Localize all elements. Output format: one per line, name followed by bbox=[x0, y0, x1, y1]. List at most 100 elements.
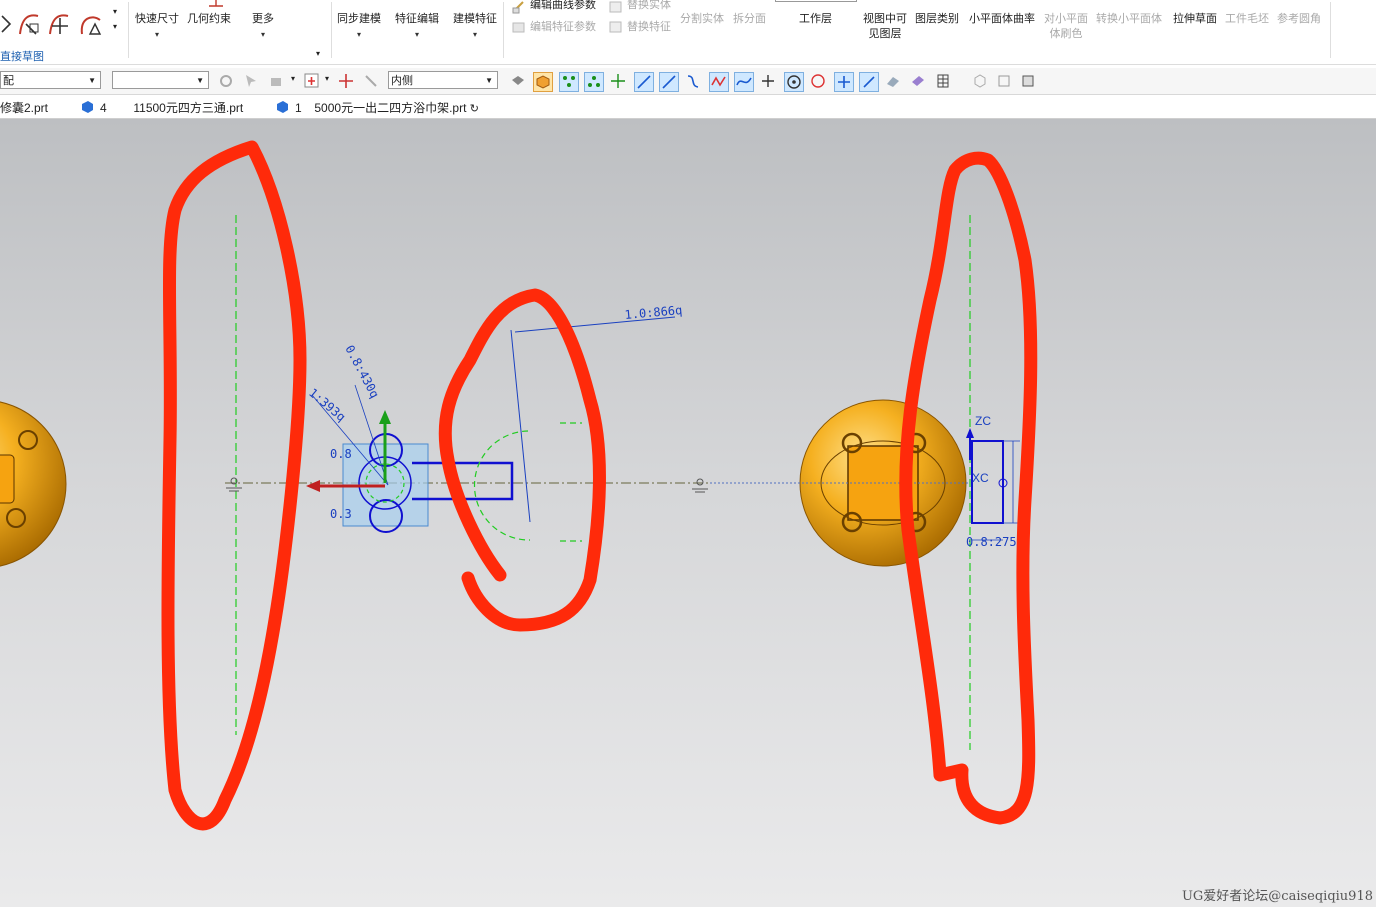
view-box-icon[interactable] bbox=[971, 72, 989, 90]
separator bbox=[1330, 2, 1331, 58]
ground-symbol bbox=[226, 477, 242, 492]
view-box3-icon[interactable] bbox=[1019, 72, 1037, 90]
color-small-plane-button[interactable]: 对小平面 体刷色 bbox=[1044, 12, 1088, 42]
move-handle-icon[interactable] bbox=[337, 72, 355, 90]
edit-feature-params-label: 编辑特征参数 bbox=[530, 21, 596, 33]
part-cube-icon bbox=[277, 101, 288, 113]
snap-end-icon[interactable] bbox=[559, 72, 579, 92]
view-box2-icon[interactable] bbox=[995, 72, 1013, 90]
circle-center-icon[interactable] bbox=[784, 72, 804, 92]
ribbon: ▾ ▾ 快速尺寸 ▾ 几何约束 更多 ▾ ▾ 直接草图 同步建模 ▾ 特征编辑 ▾ 建模特… bbox=[0, 0, 1376, 65]
extend-curve-icon[interactable] bbox=[46, 10, 72, 38]
tab-modified-icon: ↻ bbox=[469, 103, 479, 115]
sketch-more-arrow[interactable]: ▾ ▾ bbox=[113, 4, 117, 34]
reference-fillet-label: 参考圆角 bbox=[1277, 13, 1321, 25]
sketch-curve-icon[interactable] bbox=[0, 12, 14, 36]
snap-point-icon[interactable] bbox=[303, 72, 321, 90]
quick-dimension-button[interactable]: 快速尺寸 ▾ bbox=[135, 12, 179, 42]
split-face-label: 拆分面 bbox=[733, 13, 766, 25]
layer-category-button[interactable]: 图层类别 bbox=[915, 12, 959, 27]
replace-solid-label: 替换实体 bbox=[627, 0, 671, 11]
shaded-edges-icon[interactable] bbox=[533, 72, 553, 92]
extrude-sketch-label: 拉伸草面 bbox=[1173, 13, 1217, 25]
extrude-sketch-button[interactable]: 拉伸草面 bbox=[1173, 12, 1217, 27]
reference-fillet-button[interactable]: 参考圆角 bbox=[1277, 12, 1321, 27]
dimension-text-left-mid[interactable]: 1:393q bbox=[306, 386, 348, 425]
modeling-feature-button[interactable]: 建模特征 ▾ bbox=[453, 12, 497, 42]
grid-icon[interactable] bbox=[934, 72, 952, 90]
cad-scene[interactable]: 1.0:866q 0.8:430q 1:393q 0.8 0.3 0.8:275… bbox=[0, 119, 1376, 907]
split-body-button[interactable]: 分割实体 bbox=[680, 12, 724, 27]
left-ball-part[interactable] bbox=[0, 400, 67, 568]
center-sketch[interactable] bbox=[311, 316, 676, 542]
feature-edit-button[interactable]: 特征编辑 ▾ bbox=[395, 12, 439, 42]
line-alt-icon[interactable] bbox=[659, 72, 679, 92]
tab-prefix: 4 bbox=[100, 101, 107, 115]
select-gear-icon[interactable] bbox=[217, 72, 235, 90]
shaded-icon[interactable] bbox=[509, 72, 527, 90]
curve-icon[interactable] bbox=[734, 72, 754, 92]
small-plane-curvature-label: 小平面体曲率 bbox=[969, 13, 1035, 25]
group-dropdown-arrow[interactable]: ▾ bbox=[316, 46, 320, 61]
modeling-feature-label: 建模特征 bbox=[453, 13, 497, 25]
slash-line-icon[interactable] bbox=[859, 72, 879, 92]
edit-curve-params-icon bbox=[512, 1, 524, 14]
visible-layers-button[interactable]: 视图中可 见图层 bbox=[863, 12, 907, 42]
sync-modeling-label: 同步建模 bbox=[337, 13, 381, 25]
spline-icon[interactable] bbox=[709, 72, 729, 92]
watermark: UG爱好者论坛@caiseqiqiu918 bbox=[1181, 889, 1373, 904]
workpiece-blank-button[interactable]: 工件毛坯 bbox=[1225, 12, 1269, 27]
edit-feature-params-button[interactable]: 编辑特征参数 bbox=[530, 20, 596, 35]
dimension-mark-2[interactable]: 0.3 bbox=[330, 507, 352, 521]
line-icon[interactable] bbox=[634, 72, 654, 92]
toolbar-dropdown-arrow[interactable]: ▾ bbox=[325, 74, 329, 83]
snap-center-icon[interactable] bbox=[609, 72, 627, 90]
convert-small-plane-button[interactable]: 转换小平面体 bbox=[1096, 12, 1162, 27]
edit-curve-params-button[interactable]: 编辑曲线参数 bbox=[530, 0, 596, 13]
dimension-mark-1[interactable]: 0.8 bbox=[330, 447, 352, 461]
dimension-text-right-bottom[interactable]: 0.8:275q bbox=[966, 535, 1024, 549]
tab-label: 5000元一出二四方浴巾架.prt bbox=[314, 101, 467, 115]
work-layer-label: 工作层 bbox=[799, 13, 832, 25]
select-face-icon[interactable] bbox=[268, 72, 286, 90]
file-tabs: 修囊2.prt 4 11500元四方三通.prt 1 5000元一出二四方浴巾架… bbox=[0, 96, 1376, 119]
snap-mid-icon[interactable] bbox=[584, 72, 604, 92]
tab-file-2[interactable]: 4 11500元四方三通.prt bbox=[100, 99, 243, 116]
arc-icon[interactable] bbox=[684, 72, 702, 90]
perpendicular-icon[interactable] bbox=[759, 72, 777, 90]
geometric-constraint-button[interactable]: 几何约束 bbox=[187, 12, 231, 27]
tab-label: 修囊2.prt bbox=[0, 101, 49, 115]
split-face-button[interactable]: 拆分面 bbox=[733, 12, 766, 27]
trim-curve-icon[interactable] bbox=[16, 10, 42, 38]
separator bbox=[331, 2, 332, 58]
arrange-icon[interactable] bbox=[362, 72, 380, 90]
small-plane-curvature-button[interactable]: 小平面体曲率 bbox=[969, 12, 1035, 27]
face-point-icon[interactable] bbox=[884, 72, 902, 90]
type-filter-dropdown[interactable]: 配 ▼ bbox=[0, 71, 101, 89]
separator bbox=[503, 2, 504, 58]
select-pointer-icon[interactable] bbox=[242, 72, 260, 90]
fillet-curve-icon[interactable] bbox=[76, 10, 106, 38]
more-button[interactable]: 更多 ▾ bbox=[252, 12, 274, 42]
tab-file-3[interactable]: 1 5000元一出二四方浴巾架.prt ↻ bbox=[295, 99, 479, 116]
selection-scope-dropdown[interactable]: ▼ bbox=[112, 71, 209, 89]
replace-feature-button[interactable]: 替换特征 bbox=[627, 20, 671, 35]
annotation-mark-left bbox=[161, 140, 307, 831]
crosshair-icon[interactable] bbox=[834, 72, 854, 92]
quadrant-icon[interactable] bbox=[809, 72, 827, 90]
sync-modeling-button[interactable]: 同步建模 ▾ bbox=[337, 12, 381, 42]
color-small-plane-line2: 体刷色 bbox=[1049, 28, 1083, 40]
edit-feature-params-icon bbox=[512, 22, 525, 33]
dimension-text-right-top[interactable]: 1.0:866q bbox=[624, 303, 683, 322]
work-layer-field[interactable] bbox=[775, 0, 857, 2]
surface-icon[interactable] bbox=[909, 72, 927, 90]
side-dropdown[interactable]: 内侧 ▼ bbox=[388, 71, 498, 89]
tab-file-1[interactable]: 修囊2.prt bbox=[0, 99, 48, 116]
replace-solid-button[interactable]: 替换实体 bbox=[627, 0, 671, 13]
feature-edit-label: 特征编辑 bbox=[395, 13, 439, 25]
toolbar-dropdown-arrow[interactable]: ▾ bbox=[291, 74, 295, 83]
geometric-constraint-label: 几何约束 bbox=[187, 13, 231, 25]
graphics-viewport[interactable]: 1.0:866q 0.8:430q 1:393q 0.8 0.3 0.8:275… bbox=[0, 119, 1376, 907]
dimension-text-left-up[interactable]: 0.8:430q bbox=[342, 343, 381, 401]
xc-axis-label: XC bbox=[972, 471, 989, 485]
